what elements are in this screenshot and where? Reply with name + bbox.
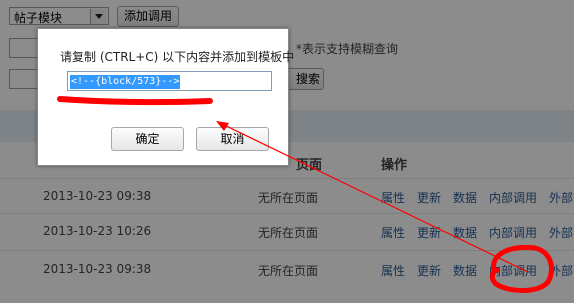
dialog-prompt: 请复制 (CTRL+C) 以下内容并添加到模板中 (60, 50, 295, 64)
ok-button[interactable]: 确定 (111, 127, 184, 151)
block-code-value: <!--{block/573}--> (70, 75, 181, 89)
copy-code-dialog: 请复制 (CTRL+C) 以下内容并添加到模板中 <!--{block/573}… (37, 28, 294, 166)
block-code-field[interactable]: <!--{block/573}--> (67, 71, 272, 91)
cancel-button[interactable]: 取消 (196, 127, 269, 151)
